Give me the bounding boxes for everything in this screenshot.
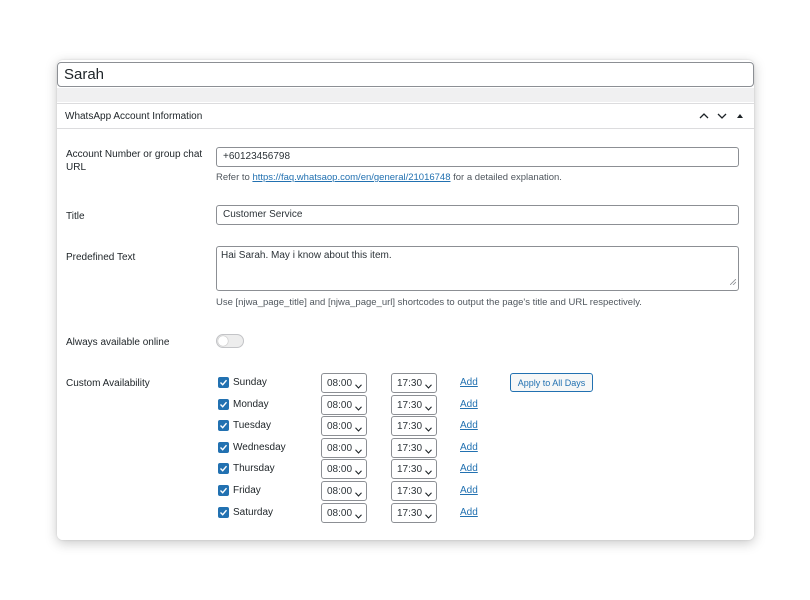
- always-online-toggle[interactable]: [216, 334, 244, 348]
- day-checkbox[interactable]: [218, 485, 229, 496]
- account-desc-suffix: for a detailed explanation.: [450, 172, 562, 183]
- move-up-icon[interactable]: [698, 110, 710, 122]
- start-time-select[interactable]: 08:00: [321, 437, 367, 458]
- chevron-down-icon: [425, 424, 432, 435]
- collapse-toggle-icon[interactable]: [734, 110, 746, 122]
- start-time-select[interactable]: 08:00: [321, 481, 367, 501]
- day-checkbox[interactable]: [218, 398, 229, 410]
- chevron-down-icon: [425, 489, 432, 500]
- whatsapp-faq-link[interactable]: https://faq.whatsaop.com/en/general/2101…: [252, 172, 450, 183]
- start-time-select[interactable]: 08:00: [321, 502, 367, 523]
- end-time-select[interactable]: 17:30: [391, 481, 437, 501]
- start-time-value: 08:00: [327, 507, 353, 519]
- start-time-select[interactable]: 08:00: [321, 459, 367, 480]
- add-time-slot-link[interactable]: Add: [460, 377, 478, 388]
- day-row-tuesday: Tuesday 08:00 17:30 Add: [216, 416, 596, 437]
- chevron-down-icon: [355, 446, 362, 457]
- day-name: Friday: [233, 485, 261, 496]
- add-time-slot-link[interactable]: Add: [460, 463, 478, 474]
- account-number-label: Account Number or group chat URL: [66, 149, 203, 173]
- end-time-value: 17:30: [397, 486, 423, 497]
- day-row-monday: Monday 08:00 17:30 Add: [216, 394, 596, 415]
- resize-grip-icon[interactable]: [729, 277, 737, 288]
- metabox-header: WhatsApp Account Information: [57, 104, 754, 129]
- day-checkbox[interactable]: [218, 506, 229, 518]
- end-time-select[interactable]: 17:30: [391, 502, 437, 523]
- chevron-down-icon: [355, 467, 362, 478]
- chevron-down-icon: [355, 489, 362, 500]
- start-time-value: 08:00: [327, 378, 353, 389]
- day-checkbox[interactable]: [218, 441, 229, 453]
- predefined-text-value: Hai Sarah. May i know about this item.: [221, 250, 392, 261]
- day-row-thursday: Thursday 08:00 17:30 Add: [216, 459, 596, 480]
- end-time-value: 17:30: [397, 464, 423, 476]
- edit-post-card: Sarah WhatsApp Account Information Accou…: [57, 60, 754, 540]
- chevron-down-icon: [425, 403, 432, 414]
- day-checkbox[interactable]: [218, 377, 229, 388]
- predefined-text-label: Predefined Text: [66, 252, 136, 263]
- chevron-down-icon: [355, 403, 362, 414]
- move-down-icon[interactable]: [716, 110, 728, 122]
- add-time-slot-link[interactable]: Add: [460, 507, 478, 518]
- account-number-description: Refer to https://faq.whatsaop.com/en/gen…: [216, 172, 562, 183]
- account-desc-prefix: Refer to: [216, 172, 253, 183]
- day-name: Wednesday: [233, 441, 286, 453]
- start-time-select[interactable]: 08:00: [321, 416, 367, 437]
- start-time-value: 08:00: [327, 464, 353, 476]
- title-label: Title: [66, 211, 85, 222]
- end-time-select[interactable]: 17:30: [391, 459, 437, 480]
- end-time-select[interactable]: 17:30: [391, 394, 437, 415]
- chevron-down-icon: [425, 446, 432, 457]
- day-name: Sunday: [233, 377, 267, 388]
- end-time-select[interactable]: 17:30: [391, 373, 437, 393]
- end-time-value: 17:30: [397, 421, 423, 433]
- day-row-saturday: Saturday 08:00 17:30 Add: [216, 502, 596, 523]
- chevron-down-icon: [355, 511, 362, 522]
- add-time-slot-link[interactable]: Add: [460, 399, 478, 410]
- account-number-input[interactable]: +60123456798: [216, 147, 739, 167]
- start-time-value: 08:00: [327, 486, 353, 497]
- end-time-value: 17:30: [397, 507, 423, 519]
- end-time-select[interactable]: 17:30: [391, 437, 437, 458]
- add-time-slot-link[interactable]: Add: [460, 420, 478, 431]
- metabox-handle-actions: [698, 110, 746, 122]
- day-checkbox[interactable]: [218, 463, 229, 475]
- chevron-down-icon: [355, 381, 362, 392]
- start-time-select[interactable]: 08:00: [321, 373, 367, 393]
- title-input[interactable]: Customer Service: [216, 205, 739, 225]
- start-time-value: 08:00: [327, 399, 353, 411]
- start-time-value: 08:00: [327, 421, 353, 433]
- chevron-down-icon: [425, 511, 432, 522]
- toggle-knob: [218, 336, 228, 346]
- title-divider: [57, 88, 754, 102]
- custom-availability-label: Custom Availability: [66, 378, 150, 389]
- start-time-select[interactable]: 08:00: [321, 394, 367, 415]
- day-row-wednesday: Wednesday 08:00 17:30 Add: [216, 437, 596, 458]
- day-name: Tuesday: [233, 420, 271, 432]
- chevron-down-icon: [425, 381, 432, 392]
- start-time-value: 08:00: [327, 442, 353, 454]
- end-time-value: 17:30: [397, 378, 423, 389]
- day-name: Saturday: [233, 506, 274, 518]
- end-time-select[interactable]: 17:30: [391, 416, 437, 437]
- end-time-value: 17:30: [397, 399, 423, 411]
- chevron-down-icon: [425, 467, 432, 478]
- end-time-value: 17:30: [397, 442, 423, 454]
- predefined-text-description: Use [njwa_page_title] and [njwa_page_url…: [216, 297, 642, 308]
- day-name: Monday: [233, 398, 269, 410]
- metabox-title: WhatsApp Account Information: [65, 110, 203, 122]
- whatsapp-metabox: WhatsApp Account Information Account Num…: [57, 103, 754, 540]
- post-title-input[interactable]: Sarah: [57, 62, 754, 87]
- predefined-text-textarea[interactable]: Hai Sarah. May i know about this item.: [216, 246, 739, 291]
- chevron-down-icon: [355, 424, 362, 435]
- add-time-slot-link[interactable]: Add: [460, 485, 478, 496]
- add-time-slot-link[interactable]: Add: [460, 442, 478, 453]
- day-checkbox[interactable]: [218, 420, 229, 432]
- day-row-friday: Friday 08:00 17:30 Add: [216, 481, 596, 501]
- day-name: Thursday: [233, 463, 275, 475]
- always-online-label: Always available online: [66, 337, 170, 348]
- apply-to-all-days-button[interactable]: Apply to All Days: [510, 373, 593, 392]
